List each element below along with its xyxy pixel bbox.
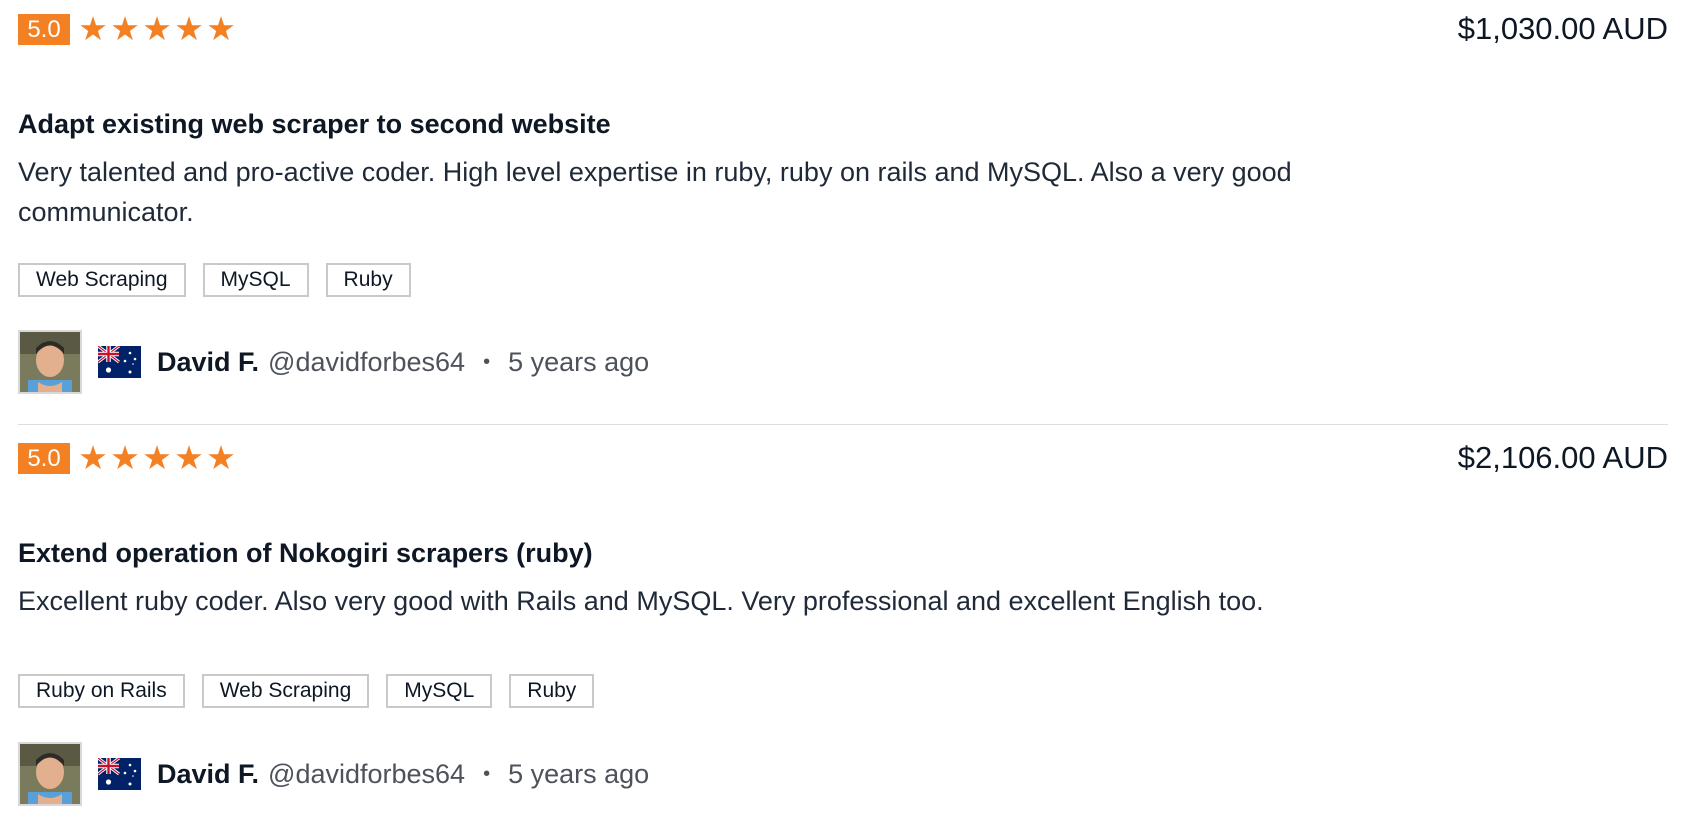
star-icon: ★ xyxy=(110,9,140,48)
star-rating: ★ ★ ★ ★ ★ xyxy=(77,9,237,48)
rating-row: 5.0 ★ ★ ★ ★ ★ xyxy=(18,9,237,48)
skill-tag[interactable]: Ruby on Rails xyxy=(18,674,185,708)
star-icon: ★ xyxy=(110,438,140,477)
review-card: 5.0 ★ ★ ★ ★ ★ $1,030.00 AUD Adapt existi… xyxy=(18,0,1668,425)
skill-tag[interactable]: Web Scraping xyxy=(201,674,370,708)
rating-badge: 5.0 xyxy=(18,13,70,45)
review-card: 5.0 ★ ★ ★ ★ ★ $2,106.00 AUD Extend opera… xyxy=(18,425,1668,825)
star-rating: ★ ★ ★ ★ ★ xyxy=(77,438,237,477)
reviewer-info: David F. @davidforbes64 • 5 years ago xyxy=(18,742,649,806)
project-title[interactable]: Adapt existing web scraper to second web… xyxy=(18,107,611,141)
skill-tags: Ruby on Rails Web Scraping MySQL Ruby xyxy=(18,674,595,708)
skill-tag[interactable]: Ruby xyxy=(325,263,411,297)
separator-dot: • xyxy=(483,350,491,373)
star-icon: ★ xyxy=(174,9,204,48)
australia-flag-icon xyxy=(98,758,141,790)
reviewer-info: David F. @davidforbes64 • 5 years ago xyxy=(18,330,649,394)
reviewer-name[interactable]: David F. xyxy=(157,759,259,790)
avatar[interactable] xyxy=(18,742,82,806)
rating-row: 5.0 ★ ★ ★ ★ ★ xyxy=(18,438,237,477)
star-icon: ★ xyxy=(206,9,236,48)
review-text: Excellent ruby coder. Also very good wit… xyxy=(18,586,1264,616)
skill-tag[interactable]: MySQL xyxy=(386,674,493,708)
rating-badge: 5.0 xyxy=(18,442,70,474)
star-icon: ★ xyxy=(206,438,236,477)
reviews-list: 5.0 ★ ★ ★ ★ ★ $1,030.00 AUD Adapt existi… xyxy=(18,0,1668,825)
project-amount: $2,106.00 AUD xyxy=(1457,440,1668,475)
skill-tag[interactable]: Web Scraping xyxy=(18,263,186,297)
reviewer-handle[interactable]: @davidforbes64 xyxy=(268,759,465,790)
separator-dot: • xyxy=(483,762,491,785)
australia-flag-icon xyxy=(98,346,141,378)
review-time: 5 years ago xyxy=(508,346,650,377)
star-icon: ★ xyxy=(142,438,172,477)
skill-tag[interactable]: Ruby xyxy=(509,674,595,708)
project-amount: $1,030.00 AUD xyxy=(1457,11,1668,46)
reviewer-handle[interactable]: @davidforbes64 xyxy=(268,347,465,378)
project-title[interactable]: Extend operation of Nokogiri scrapers (r… xyxy=(18,536,593,570)
skill-tag[interactable]: MySQL xyxy=(202,263,309,297)
avatar[interactable] xyxy=(18,330,82,394)
reviewer-name[interactable]: David F. xyxy=(157,347,259,378)
star-icon: ★ xyxy=(174,438,204,477)
star-icon: ★ xyxy=(78,9,108,48)
review-text: Very talented and pro-active coder. High… xyxy=(18,157,1292,227)
star-icon: ★ xyxy=(78,438,108,477)
review-time: 5 years ago xyxy=(508,758,650,789)
skill-tags: Web Scraping MySQL Ruby xyxy=(18,263,411,297)
star-icon: ★ xyxy=(142,9,172,48)
